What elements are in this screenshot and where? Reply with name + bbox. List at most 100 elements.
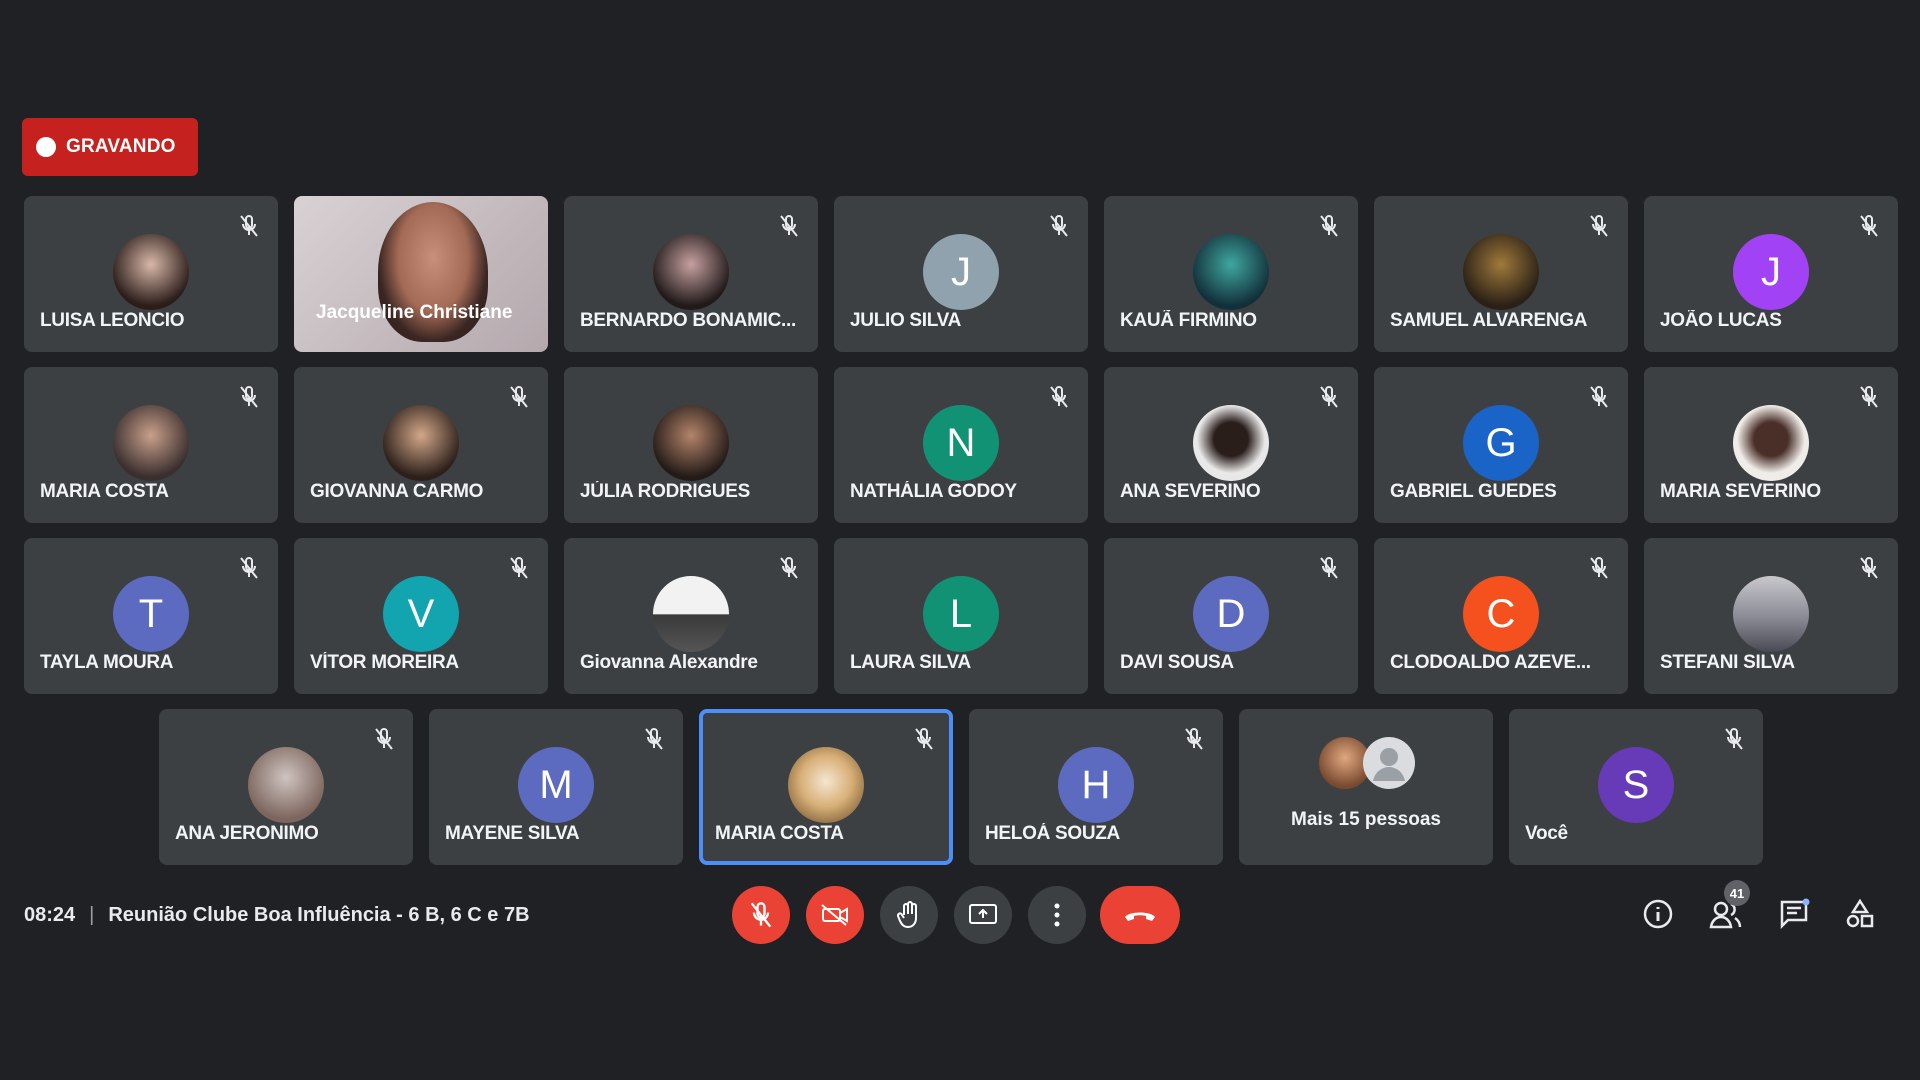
end-call-icon — [1125, 912, 1155, 921]
participant-tile[interactable]: GIOVANNA CARMO — [294, 367, 548, 523]
participant-name: MARIA COSTA — [715, 823, 844, 844]
avatar — [113, 234, 189, 310]
avatar: V — [383, 576, 459, 652]
participant-tile[interactable]: ANA SEVERINO — [1104, 367, 1358, 523]
present-screen-icon — [969, 904, 997, 924]
participant-tile[interactable]: M MAYENE SILVA — [429, 709, 683, 865]
mic-muted-icon — [375, 727, 393, 750]
avatar — [653, 405, 729, 481]
participant-name: HELOÁ SOUZA — [985, 823, 1120, 844]
participant-name: GABRIEL GUEDES — [1390, 481, 1557, 502]
mic-toggle-button[interactable] — [732, 886, 790, 944]
avatar — [1363, 737, 1415, 789]
avatar — [113, 405, 189, 481]
grid-row: T TAYLA MOURA V VÍTOR MOREIRA Giovanna A… — [0, 538, 1920, 694]
participant-tile[interactable]: LUISA LEONCIO — [24, 196, 278, 352]
people-button[interactable]: 41 — [1706, 880, 1750, 934]
avatar: S — [1598, 747, 1674, 823]
activities-icon — [1846, 898, 1874, 928]
mic-muted-icon — [645, 727, 663, 750]
mic-muted-icon — [1860, 214, 1878, 237]
participant-tile[interactable]: V VÍTOR MOREIRA — [294, 538, 548, 694]
participant-tile[interactable]: H HELOÁ SOUZA — [969, 709, 1223, 865]
participant-tile[interactable]: BERNARDO BONAMIC... — [564, 196, 818, 352]
participant-tile[interactable]: J JULIO SILVA — [834, 196, 1088, 352]
participant-name: STEFANI SILVA — [1660, 652, 1795, 673]
participant-name: NATHÁLIA GODOY — [850, 481, 1017, 502]
participant-tile[interactable]: G GABRIEL GUEDES — [1374, 367, 1628, 523]
avatar: G — [1463, 405, 1539, 481]
mic-muted-icon — [1860, 385, 1878, 408]
participant-tile[interactable]: KAUÃ FIRMINO — [1104, 196, 1358, 352]
participant-tile[interactable]: MARIA COSTA — [24, 367, 278, 523]
mic-muted-icon — [780, 214, 798, 237]
participant-name: MARIA SEVERINO — [1660, 481, 1821, 502]
participant-tile[interactable]: SAMUEL ALVARENGA — [1374, 196, 1628, 352]
avatar — [653, 234, 729, 310]
participant-tile-speaking[interactable]: MARIA COSTA — [699, 709, 953, 865]
participant-name: Giovanna Alexandre — [580, 652, 758, 673]
participant-name: BERNARDO BONAMIC... — [580, 310, 796, 331]
participant-name: GIOVANNA CARMO — [310, 481, 484, 502]
avatar — [383, 405, 459, 481]
avatar — [1733, 405, 1809, 481]
mic-muted-icon — [240, 556, 258, 579]
participant-name: CLODOALDO AZEVE... — [1390, 652, 1591, 673]
raise-hand-icon — [896, 901, 917, 929]
meeting-details-button[interactable] — [1638, 894, 1678, 934]
participant-tile[interactable]: J JOÃO LUCAS — [1644, 196, 1898, 352]
control-bar: 08:24 | Reunião Clube Boa Influência - 6 B… — [0, 880, 1920, 956]
mic-muted-icon — [1050, 214, 1068, 237]
raise-hand-button[interactable] — [880, 886, 938, 944]
participant-name: JULIO SILVA — [850, 310, 962, 331]
participant-tile[interactable]: D DAVI SOUSA — [1104, 538, 1358, 694]
more-options-icon — [1054, 903, 1060, 927]
participant-tile[interactable]: JÚLIA RODRIGUES — [564, 367, 818, 523]
more-participants-label: Mais 15 pessoas — [1291, 809, 1441, 830]
avatar: T — [113, 576, 189, 652]
avatar — [1193, 234, 1269, 310]
activities-button[interactable] — [1840, 894, 1880, 934]
camera-off-icon — [821, 904, 848, 926]
mic-muted-icon — [780, 556, 798, 579]
mic-muted-icon — [915, 727, 933, 750]
avatar: C — [1463, 576, 1539, 652]
participant-tile[interactable]: Giovanna Alexandre — [564, 538, 818, 694]
participant-video-tile[interactable]: Jacqueline Christiane — [294, 196, 548, 352]
mic-muted-icon — [240, 385, 258, 408]
participant-tile[interactable]: L LAURA SILVA — [834, 538, 1088, 694]
participant-tile[interactable]: N NATHÁLIA GODOY — [834, 367, 1088, 523]
participant-tile[interactable]: ANA JERONIMO — [159, 709, 413, 865]
mic-muted-icon — [1320, 214, 1338, 237]
mic-muted-icon — [1860, 556, 1878, 579]
participant-name: SAMUEL ALVARENGA — [1390, 310, 1588, 331]
camera-toggle-button[interactable] — [806, 886, 864, 944]
participant-name: LAURA SILVA — [850, 652, 971, 673]
grid-row: LUISA LEONCIO Jacqueline Christiane BERN… — [0, 196, 1920, 352]
more-participants-tile[interactable]: Mais 15 pessoas — [1239, 709, 1493, 865]
avatar: N — [923, 405, 999, 481]
mic-muted-icon — [1320, 385, 1338, 408]
participant-name: MARIA COSTA — [40, 481, 169, 502]
self-tile[interactable]: S Você — [1509, 709, 1763, 865]
participant-name: MAYENE SILVA — [445, 823, 580, 844]
participant-name: LUISA LEONCIO — [40, 310, 185, 331]
avatar — [788, 747, 864, 823]
avatar — [1463, 234, 1539, 310]
meeting-time: 08:24 — [24, 904, 76, 926]
participant-tile[interactable]: T TAYLA MOURA — [24, 538, 278, 694]
leave-call-button[interactable] — [1100, 886, 1180, 944]
mic-muted-icon — [1590, 214, 1608, 237]
participant-name: JOÃO LUCAS — [1660, 310, 1782, 331]
more-options-button[interactable] — [1028, 886, 1086, 944]
participant-tile[interactable]: C CLODOALDO AZEVE... — [1374, 538, 1628, 694]
participant-name: TAYLA MOURA — [40, 652, 174, 673]
chat-button[interactable] — [1774, 894, 1814, 934]
present-button[interactable] — [954, 886, 1012, 944]
participant-tile[interactable]: MARIA SEVERINO — [1644, 367, 1898, 523]
avatar — [653, 576, 729, 652]
more-participants-avatars — [1319, 737, 1419, 793]
participant-tile[interactable]: STEFANI SILVA — [1644, 538, 1898, 694]
participant-name: ANA SEVERINO — [1120, 481, 1261, 502]
separator: | — [89, 904, 95, 926]
